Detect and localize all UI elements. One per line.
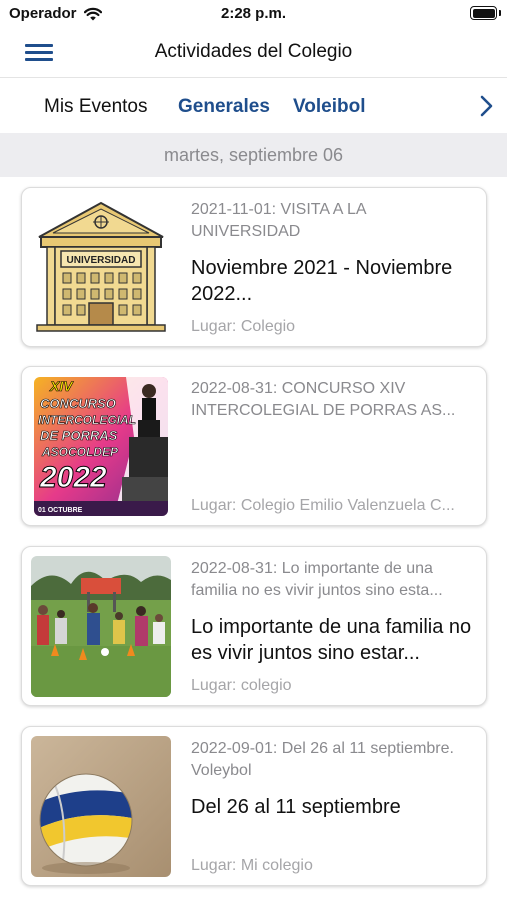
- event-title: Del 26 al 11 septiembre: [191, 796, 401, 818]
- event-card-text: 2021-11-01: VISITA A LA UNIVERSIDAD Novi…: [191, 199, 474, 336]
- chevron-right-icon[interactable]: [477, 94, 495, 118]
- event-location: Lugar: Colegio Emilio Valenzuela C...: [191, 497, 455, 514]
- event-subtitle: 2022-08-31: CONCURSO XIV INTERCOLEGIAL D…: [191, 380, 456, 419]
- date-section-header: martes, septiembre 06: [0, 133, 507, 177]
- clock: 2:28 p.m.: [220, 5, 287, 22]
- battery-icon: [470, 6, 497, 20]
- event-subtitle: 2021-11-01: VISITA A LA UNIVERSIDAD: [191, 201, 366, 240]
- event-title: Lo importante de una familia no es vivir…: [191, 616, 472, 664]
- tab-mis-eventos[interactable]: Mis Eventos: [44, 96, 147, 118]
- poster-line-3: DE PORRAS: [40, 428, 118, 443]
- page-title: Actividades del Colegio: [154, 41, 353, 62]
- event-title: Noviembre 2021 - Noviembre 2022...: [191, 257, 453, 305]
- event-card-text: 2022-08-31: CONCURSO XIV INTERCOLEGIAL D…: [191, 378, 474, 515]
- event-card[interactable]: UNIVERSIDAD 2021-11-01: VISITA A LA UNIV…: [21, 187, 487, 347]
- event-card[interactable]: XIV CONCURSO INTERCOLEGIAL DE PORRAS ASO…: [21, 366, 487, 526]
- event-location: Lugar: Colegio: [191, 318, 296, 335]
- poster-line-2: INTERCOLEGIAL: [38, 413, 136, 427]
- university-image: UNIVERSIDAD: [31, 197, 171, 338]
- poster-line-4: ASOCOLDEP: [41, 445, 119, 459]
- tab-generales[interactable]: Generales: [178, 96, 270, 118]
- family-photo-image: [31, 556, 171, 697]
- tab-voleibol[interactable]: Voleibol: [293, 96, 365, 118]
- university-sign-text: UNIVERSIDAD: [67, 255, 136, 266]
- cheerleading-poster-image: XIV CONCURSO INTERCOLEGIAL DE PORRAS ASO…: [34, 377, 168, 516]
- event-location: Lugar: colegio: [191, 677, 292, 694]
- event-card-text: 2022-09-01: Del 26 al 11 septiembre. Vol…: [191, 738, 474, 875]
- battery-tip: [499, 10, 501, 16]
- category-tabs: Mis Eventos Generales Voleibol: [0, 80, 507, 133]
- poster-number: XIV: [49, 378, 74, 394]
- event-subtitle: 2022-09-01: Del 26 al 11 septiembre. Vol…: [191, 740, 454, 779]
- navigation-bar: Actividades del Colegio: [0, 28, 507, 78]
- poster-date: 01 OCTUBRE: [38, 507, 83, 514]
- event-card-text: 2022-08-31: Lo importante de una familia…: [191, 558, 474, 695]
- volleyball-photo-image: [31, 736, 171, 877]
- event-card[interactable]: 2022-08-31: Lo importante de una familia…: [21, 546, 487, 706]
- event-card[interactable]: 2022-09-01: Del 26 al 11 septiembre. Vol…: [21, 726, 487, 886]
- status-bar: Operador 2:28 p.m.: [0, 0, 507, 28]
- event-subtitle: 2022-08-31: Lo importante de una familia…: [191, 560, 443, 599]
- poster-line-1: CONCURSO: [40, 396, 116, 411]
- poster-year: 2022: [39, 461, 107, 494]
- event-location: Lugar: Mi colegio: [191, 857, 313, 874]
